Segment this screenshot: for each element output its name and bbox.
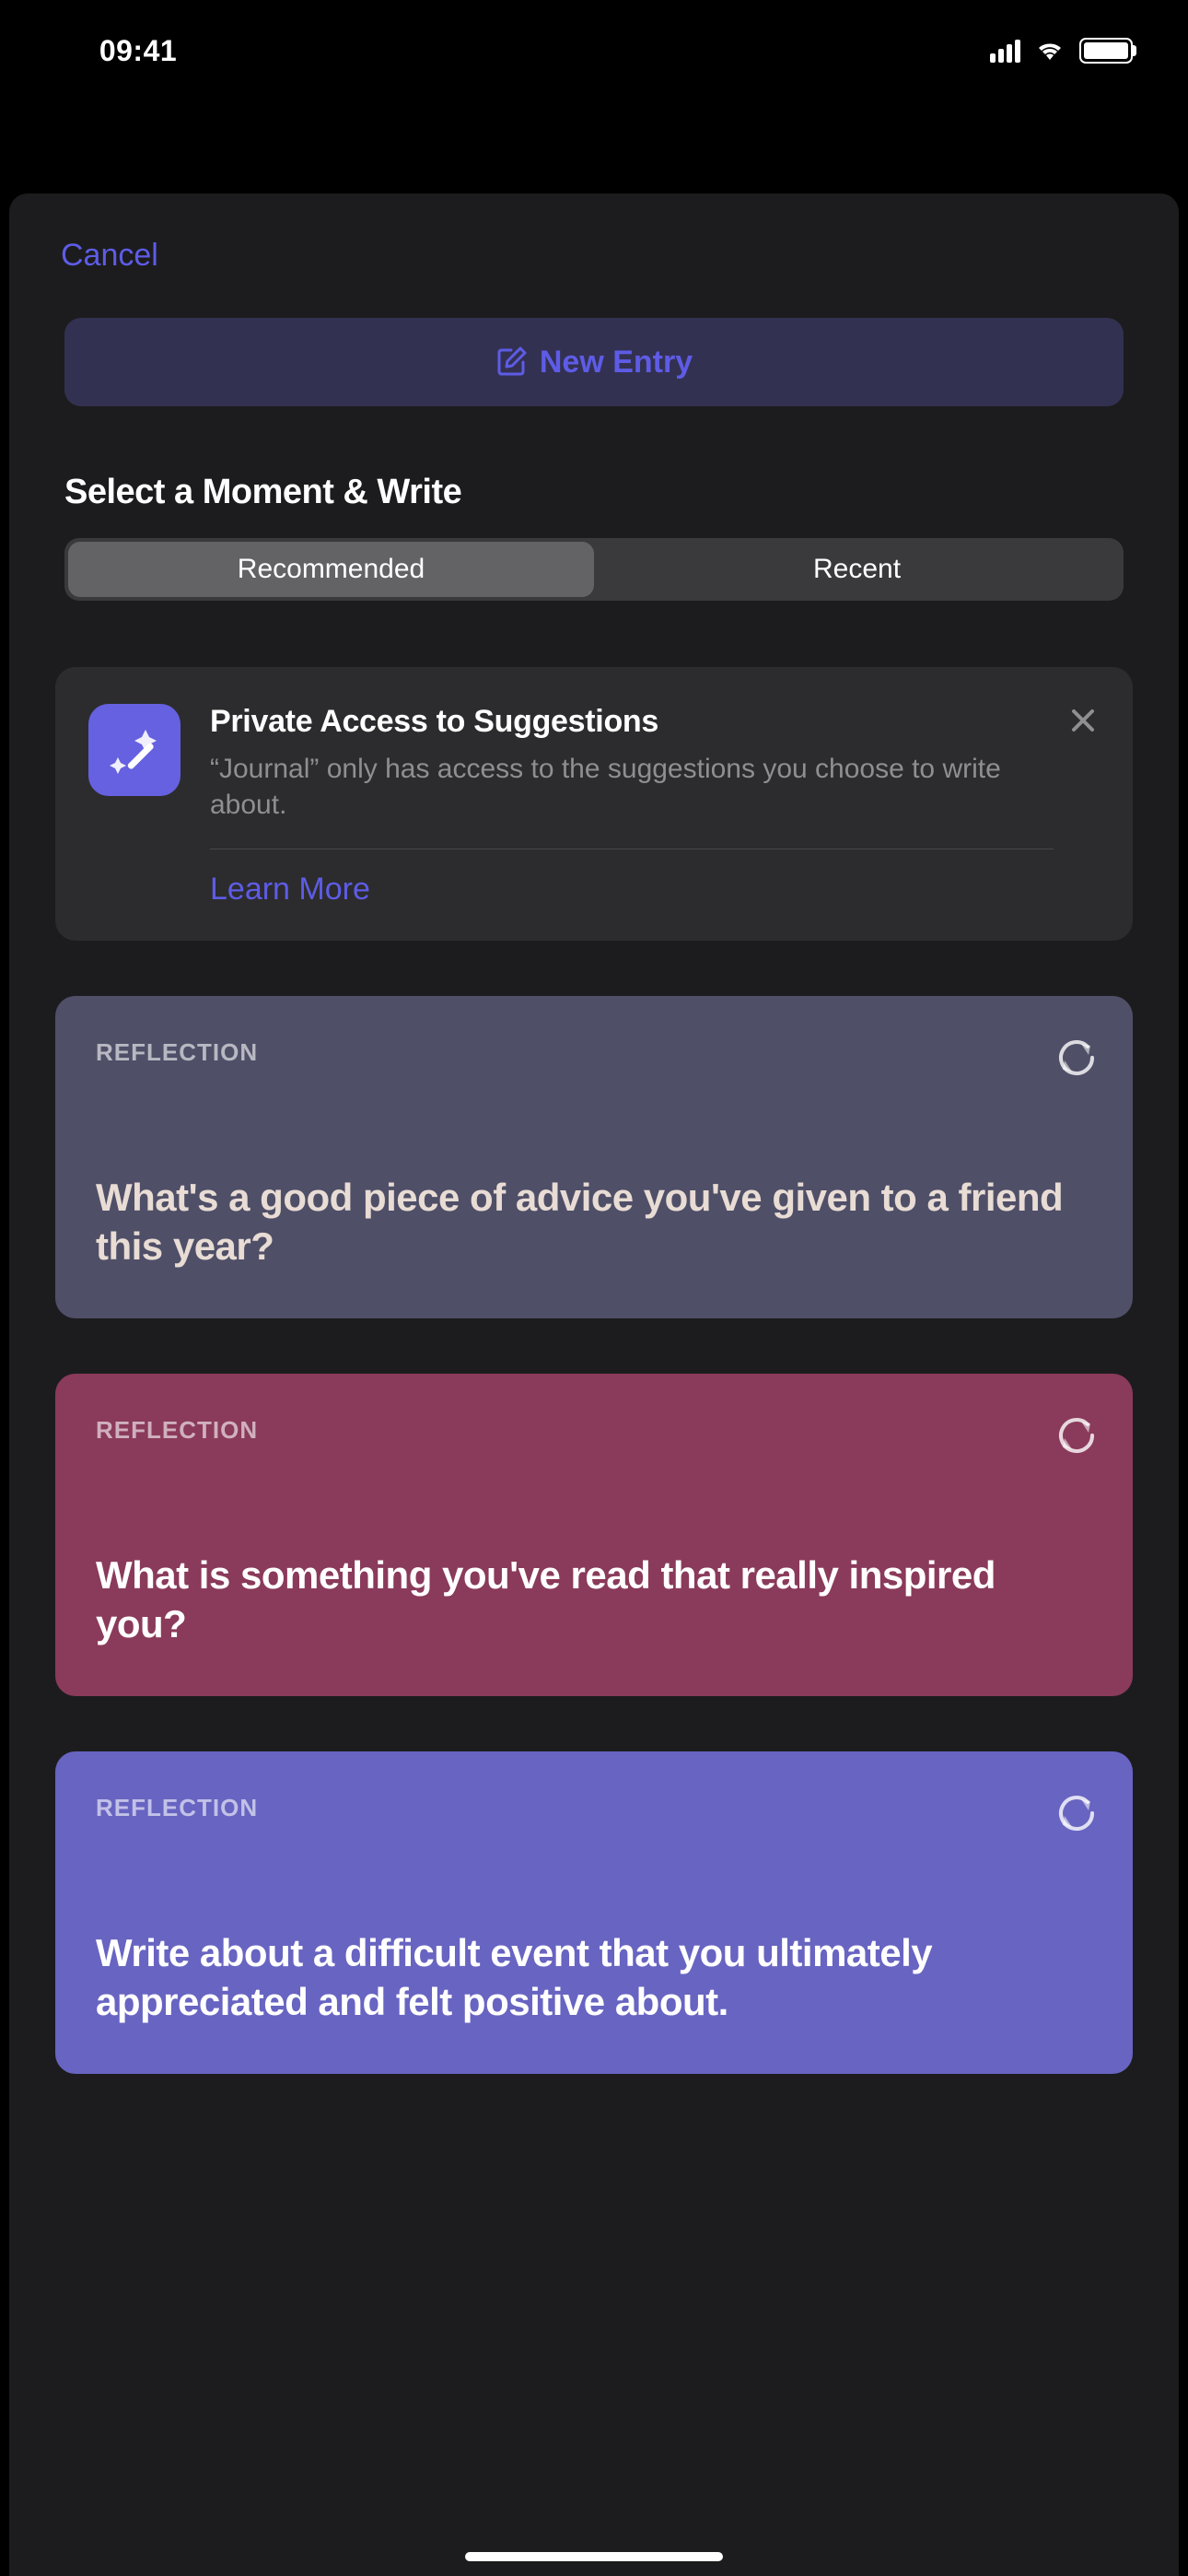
new-entry-label: New Entry [540, 345, 693, 381]
compose-icon [495, 345, 529, 379]
refresh-icon[interactable] [1054, 1412, 1100, 1458]
privacy-title: Private Access to Suggestions [210, 704, 1054, 740]
privacy-content: Private Access to Suggestions “Journal” … [210, 704, 1100, 907]
section-title: Select a Moment & Write [9, 406, 1179, 538]
card-prompt-text: What's a good piece of advice you've giv… [96, 1082, 1092, 1270]
reflection-card[interactable]: REFLECTION Write about a difficult event… [55, 1751, 1133, 2074]
card-prompt-text: What is something you've read that reall… [96, 1459, 1092, 1648]
magic-wand-icon [88, 704, 181, 796]
privacy-description: “Journal” only has access to the suggest… [210, 751, 1054, 823]
modal-sheet: Cancel New Entry Select a Moment & Write… [9, 193, 1179, 2576]
wifi-icon [1033, 38, 1066, 64]
card-prompt-text: Write about a difficult event that you u… [96, 1837, 1092, 2026]
tab-recommended[interactable]: Recommended [68, 542, 594, 597]
status-bar: 09:41 [0, 0, 1188, 101]
home-indicator[interactable] [465, 2552, 723, 2561]
reflection-card[interactable]: REFLECTION What's a good piece of advice… [55, 996, 1133, 1318]
tab-recent[interactable]: Recent [594, 542, 1120, 597]
refresh-icon[interactable] [1054, 1035, 1100, 1081]
status-time: 09:41 [0, 34, 276, 68]
refresh-icon[interactable] [1054, 1790, 1100, 1836]
learn-more-button[interactable]: Learn More [210, 872, 370, 907]
cancel-button[interactable]: Cancel [9, 238, 158, 274]
segmented-control: Recommended Recent [64, 538, 1124, 601]
cellular-signal-icon [990, 40, 1020, 63]
close-icon[interactable] [1066, 704, 1100, 737]
card-category-label: REFLECTION [96, 1416, 1092, 1445]
battery-icon [1079, 38, 1133, 64]
card-category-label: REFLECTION [96, 1794, 1092, 1822]
reflection-card[interactable]: REFLECTION What is something you've read… [55, 1374, 1133, 1696]
card-category-label: REFLECTION [96, 1038, 1092, 1067]
privacy-info-card: Private Access to Suggestions “Journal” … [55, 667, 1133, 941]
status-icons [990, 38, 1133, 64]
new-entry-button[interactable]: New Entry [64, 318, 1124, 406]
